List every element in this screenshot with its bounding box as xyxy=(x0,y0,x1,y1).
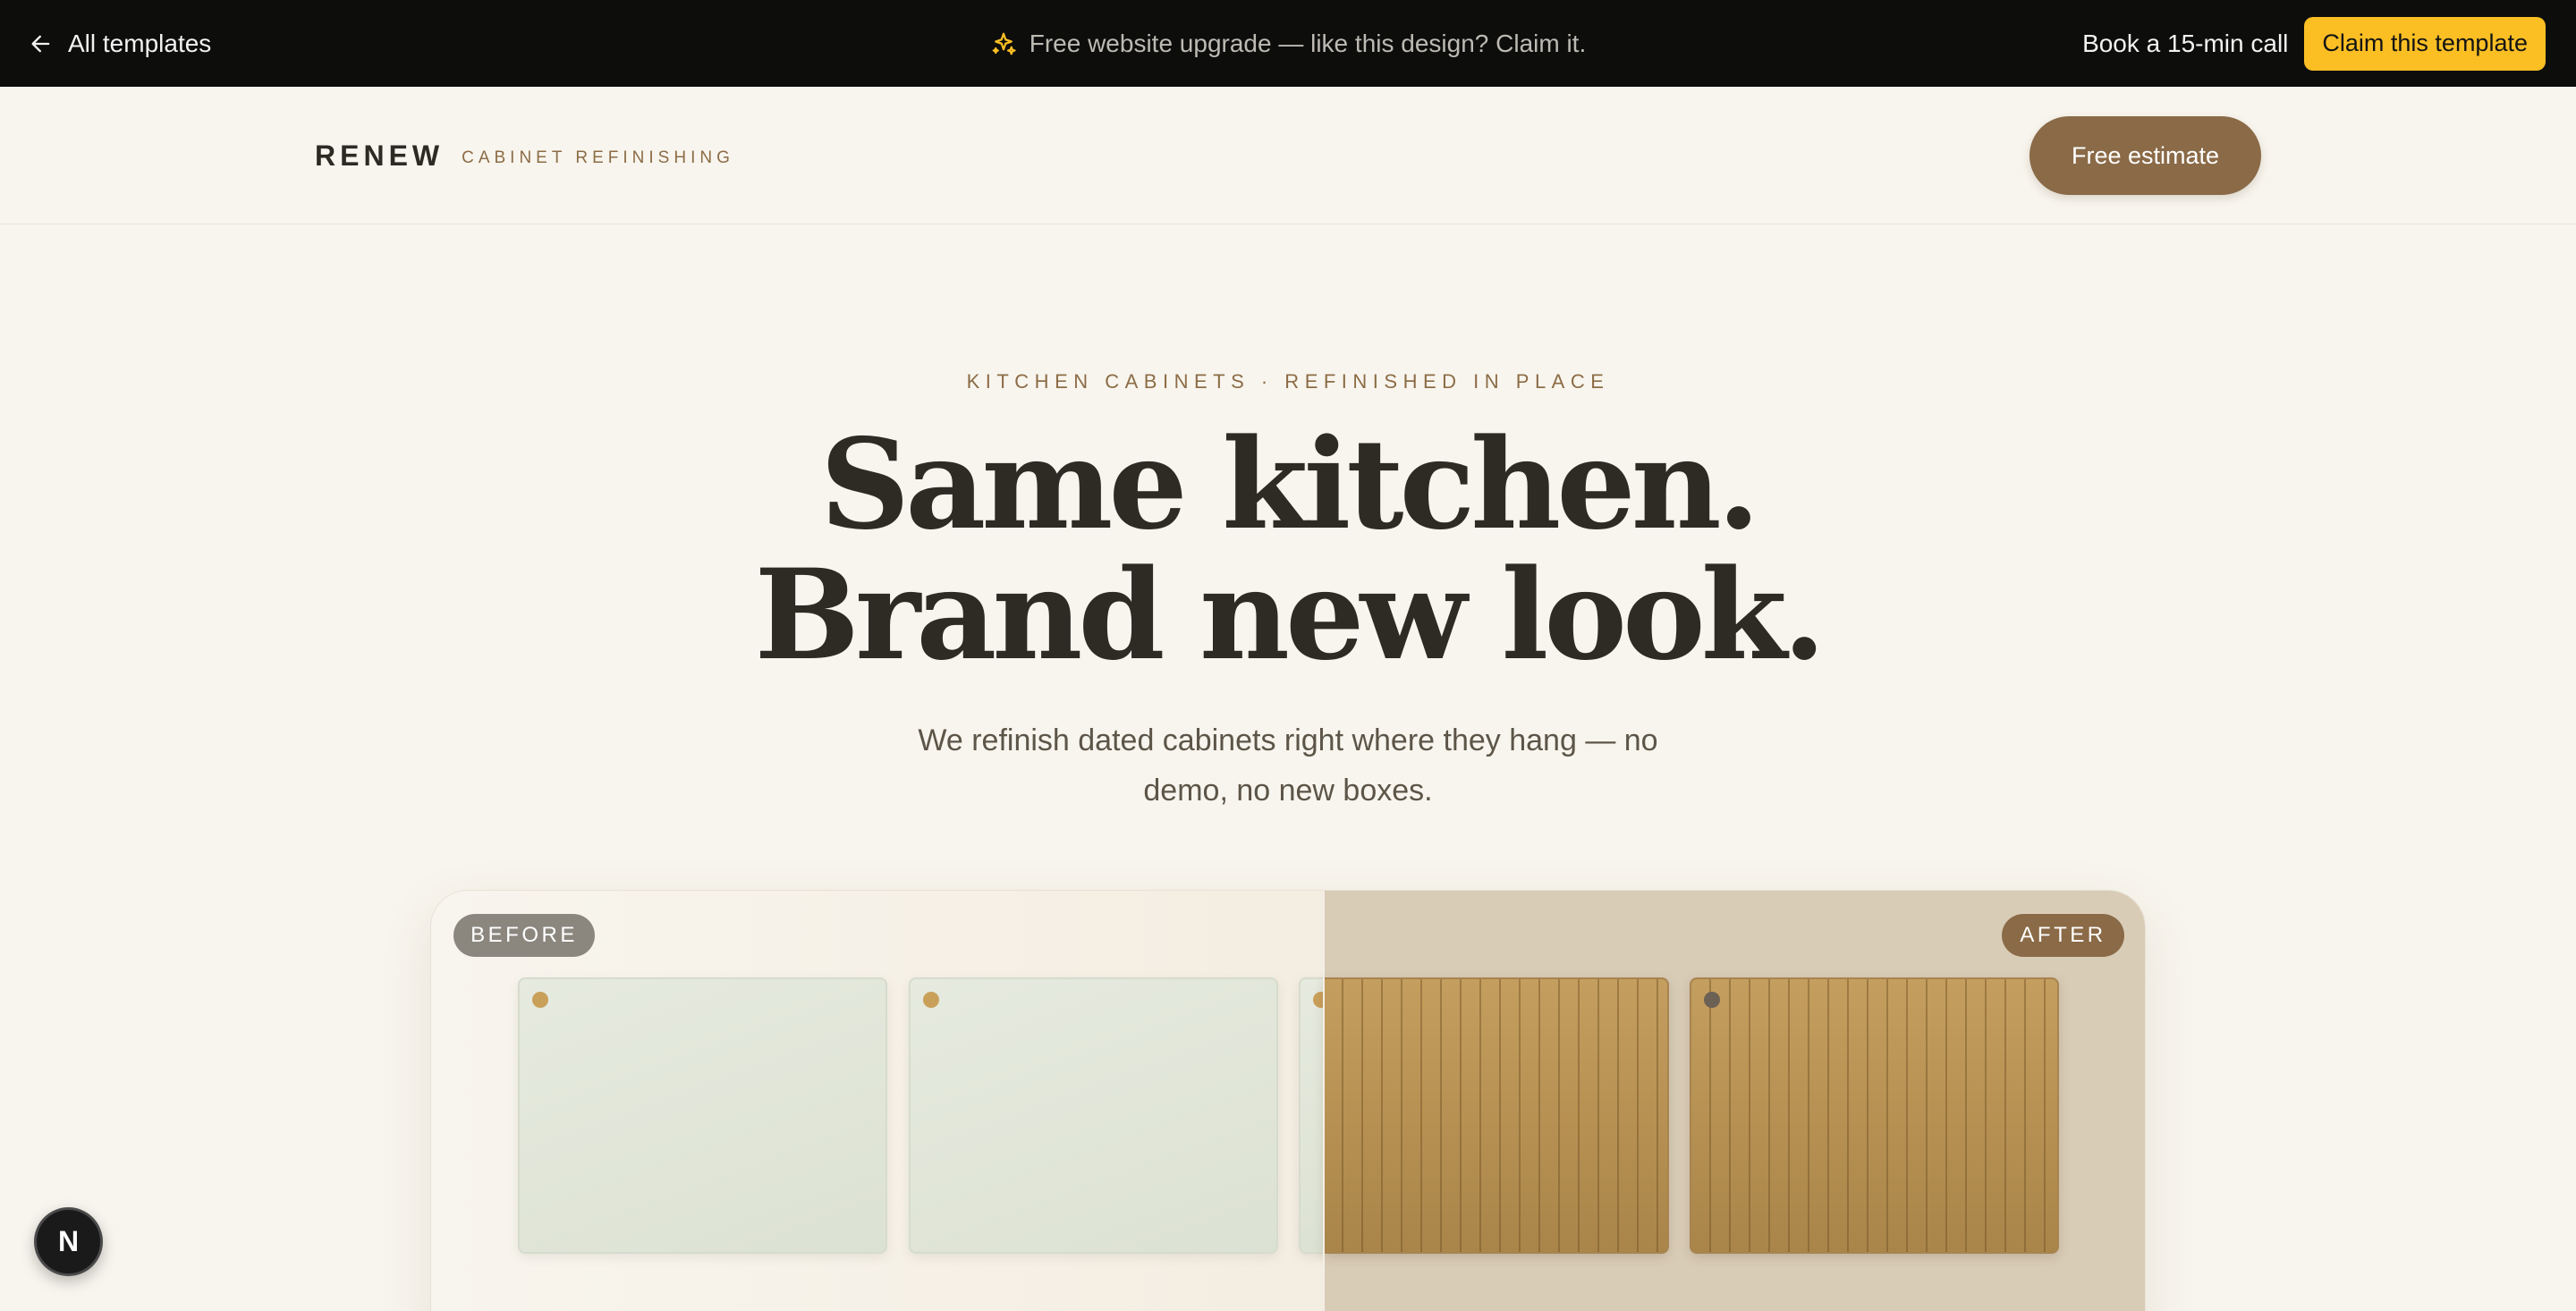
claim-template-button[interactable]: Claim this template xyxy=(2304,16,2546,71)
cabinet-knob xyxy=(923,992,939,1008)
after-label: AFTER xyxy=(2002,914,2124,957)
cabinet-door-before xyxy=(518,977,887,1254)
cabinet-knob xyxy=(532,992,548,1008)
cabinet-door-after xyxy=(1690,977,2059,1254)
brand-name: RENEW xyxy=(315,139,445,172)
site-header: RENEW CABINET REFINISHING Free estimate xyxy=(0,87,2576,224)
promo-message-text: Free website upgrade — like this design?… xyxy=(1029,29,1587,57)
all-templates-label: All templates xyxy=(68,29,212,57)
hero-eyebrow: KITCHEN CABINETS · REFINISHED IN PLACE xyxy=(966,370,1610,393)
headline-line-1: Same kitchen. xyxy=(819,410,1760,557)
book-call-link[interactable]: Book a 15-min call xyxy=(2082,30,2288,58)
slider-divider-handle[interactable] xyxy=(1323,891,1325,1311)
all-templates-link[interactable]: All templates xyxy=(29,0,211,87)
arrow-left-icon xyxy=(31,35,50,52)
cabinet-door-before xyxy=(909,977,1278,1254)
cabinet-door-after xyxy=(1324,977,1669,1254)
cabinet-knob xyxy=(1704,992,1720,1008)
nextjs-badge-button[interactable]: N xyxy=(34,1207,103,1276)
brand-tagline: CABINET REFINISHING xyxy=(462,148,734,167)
free-estimate-button[interactable]: Free estimate xyxy=(2029,116,2261,195)
headline-line-2: Brand new look. xyxy=(754,541,1826,688)
before-label: BEFORE xyxy=(453,914,595,957)
before-after-slider[interactable]: BEFORE AFTER xyxy=(430,890,2146,1311)
hero-subhead: We refinish dated cabinets right where t… xyxy=(918,723,1658,808)
sparkle-icon xyxy=(992,32,1016,55)
promo-actions: Book a 15-min call Claim this template xyxy=(2082,0,2546,87)
brand-logo[interactable]: RENEW CABINET REFINISHING xyxy=(315,87,734,224)
promo-bar: All templates Free website upgrade — lik… xyxy=(0,0,2576,87)
hero-headline: Same kitchen. Brand new look. xyxy=(0,419,2576,680)
